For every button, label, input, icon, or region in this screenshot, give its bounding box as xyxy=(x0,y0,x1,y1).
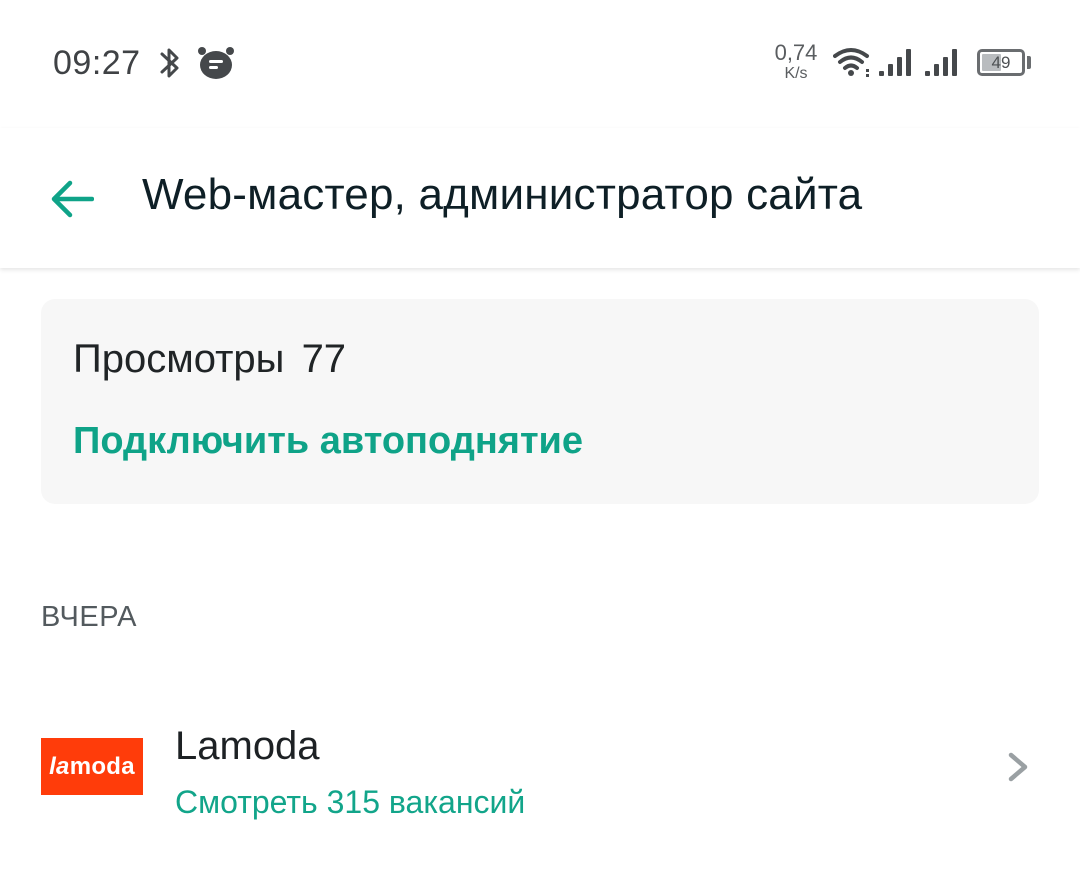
chevron-right-icon xyxy=(1008,752,1028,782)
section-header: ВЧЕРА xyxy=(41,601,137,633)
company-logo: lamoda xyxy=(41,738,143,795)
page-title: Web-мастер, администратор сайта xyxy=(142,170,863,219)
app-bar: Web-мастер, администратор сайта xyxy=(0,128,1080,268)
cell-signal-icon xyxy=(879,49,911,76)
views-count: 77 xyxy=(301,337,347,381)
company-vacancies-link[interactable]: Смотреть 315 вакансий xyxy=(175,784,525,821)
battery-level: 49 xyxy=(991,53,1011,72)
views-label: Просмотры xyxy=(73,337,285,381)
wifi-icon xyxy=(833,48,869,77)
company-name: Lamoda xyxy=(175,724,320,768)
logo-text-suffix: moda xyxy=(69,752,135,780)
notification-app-icon xyxy=(198,47,234,79)
logo-text-prefix: la xyxy=(49,752,70,780)
cell-signal-icon xyxy=(925,49,957,76)
network-speed-value: 0,74 xyxy=(774,40,818,65)
status-bar: 09:27 0,74 K/s 49 xyxy=(0,0,1080,128)
company-row[interactable]: lamoda Lamoda Смотреть 315 вакансий xyxy=(0,700,1080,840)
autoraise-link[interactable]: Подключить автоподнятие xyxy=(73,420,583,463)
bluetooth-icon xyxy=(160,48,179,78)
arrow-left-icon xyxy=(51,180,94,218)
battery-icon: 49 xyxy=(977,49,1025,76)
views-line: Просмотры 77 xyxy=(73,337,346,382)
network-speed: 0,74 K/s xyxy=(772,42,820,82)
screen: 09:27 0,74 K/s 49 Web-мастер, администра… xyxy=(0,0,1080,877)
battery-cap xyxy=(1027,56,1031,69)
back-button[interactable] xyxy=(38,165,106,233)
stats-card: Просмотры 77 Подключить автоподнятие xyxy=(41,299,1039,504)
network-speed-unit: K/s xyxy=(784,65,808,82)
company-logo-text: lamoda xyxy=(49,753,135,781)
status-time: 09:27 xyxy=(53,44,141,82)
